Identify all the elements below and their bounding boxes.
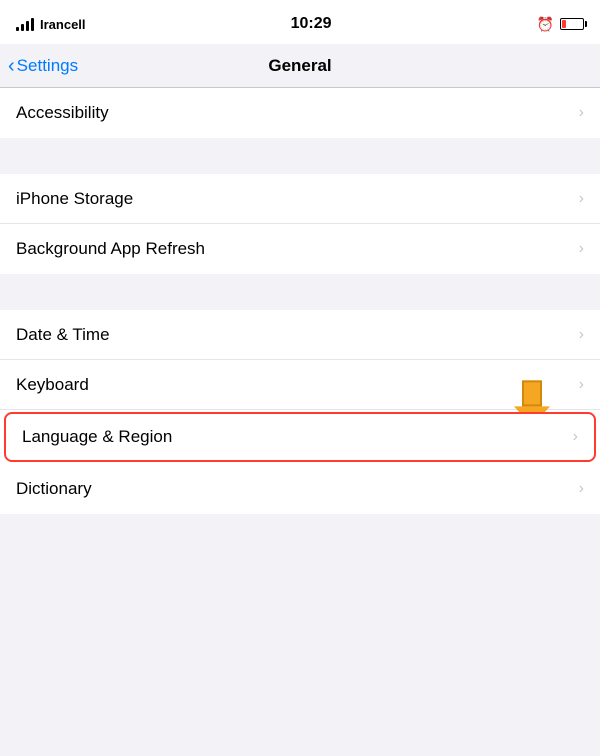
status-bar: Irancell 10:29 ⏰ [0, 0, 600, 44]
accessibility-row[interactable]: Accessibility › [0, 88, 600, 138]
accessibility-label: Accessibility [16, 103, 109, 123]
back-button[interactable]: ‹ Settings [8, 56, 78, 76]
keyboard-label: Keyboard [16, 375, 89, 395]
date-time-label: Date & Time [16, 325, 110, 345]
status-time: 10:29 [291, 15, 332, 33]
back-label: Settings [17, 56, 78, 76]
background-app-refresh-row[interactable]: Background App Refresh › [0, 224, 600, 274]
settings-container: Accessibility › iPhone Storage › Backgro… [0, 88, 600, 514]
status-left: Irancell [16, 17, 86, 32]
date-time-row[interactable]: Date & Time › [0, 310, 600, 360]
status-right: ⏰ [537, 16, 584, 33]
battery-level [562, 20, 566, 28]
background-app-refresh-label: Background App Refresh [16, 239, 205, 259]
settings-section-1: Accessibility › [0, 88, 600, 138]
language-region-row-wrapper: Language & Region › [0, 412, 600, 462]
battery-container [560, 18, 584, 30]
signal-bars [16, 17, 34, 31]
date-time-chevron-icon: › [579, 326, 584, 344]
section-divider-2 [0, 274, 600, 310]
dictionary-row[interactable]: Dictionary › [0, 464, 600, 514]
nav-bar: ‹ Settings General [0, 44, 600, 88]
iphone-storage-chevron-icon: › [579, 190, 584, 208]
iphone-storage-row[interactable]: iPhone Storage › [0, 174, 600, 224]
battery-icon [560, 18, 584, 30]
keyboard-chevron-icon: › [579, 376, 584, 394]
background-app-refresh-chevron-icon: › [579, 240, 584, 258]
iphone-storage-label: iPhone Storage [16, 189, 133, 209]
section-divider-1 [0, 138, 600, 174]
language-region-label: Language & Region [22, 427, 172, 447]
back-chevron-icon: ‹ [8, 56, 15, 76]
language-region-row[interactable]: Language & Region › [4, 412, 596, 462]
settings-section-3: Date & Time › Keyboard › Language & Regi… [0, 310, 600, 514]
keyboard-row[interactable]: Keyboard › [0, 360, 600, 410]
dictionary-chevron-icon: › [579, 480, 584, 498]
language-region-chevron-icon: › [573, 428, 578, 446]
settings-section-2: iPhone Storage › Background App Refresh … [0, 174, 600, 274]
carrier-name: Irancell [40, 17, 86, 32]
alarm-icon: ⏰ [537, 16, 554, 33]
accessibility-chevron-icon: › [579, 104, 584, 122]
dictionary-label: Dictionary [16, 479, 92, 499]
page-title: General [268, 56, 331, 76]
